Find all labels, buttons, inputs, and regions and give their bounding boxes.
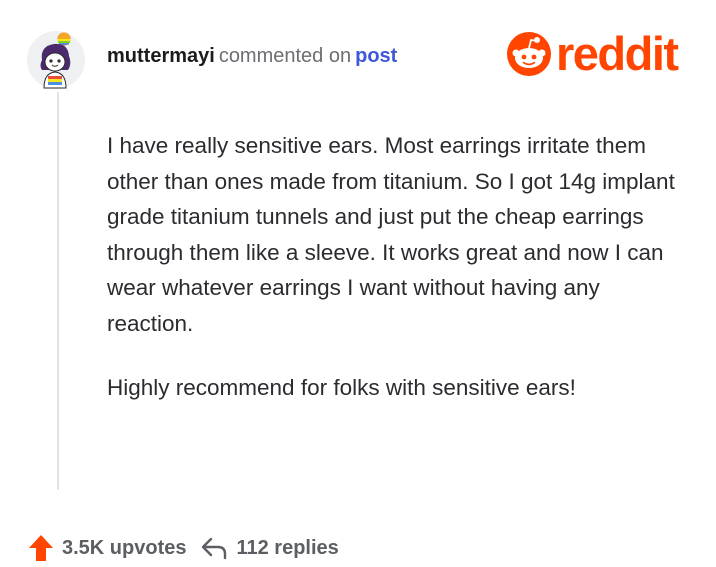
post-link[interactable]: post (355, 45, 397, 67)
username-link[interactable]: muttermayi (107, 45, 215, 67)
upvote-count: 3.5K upvotes (62, 536, 187, 559)
avatar-image (27, 31, 85, 89)
user-avatar[interactable] (26, 30, 86, 90)
reddit-logo: reddit (506, 27, 679, 80)
comment-footer: 3.5K upvotes 112 replies (28, 534, 339, 562)
comment-body: I have really sensitive ears. Most earri… (107, 128, 687, 435)
reply-count: 112 replies (236, 536, 339, 559)
comment-card: muttermayi commented on post reddit I have… (0, 0, 716, 567)
reddit-wordmark: reddit (556, 27, 679, 80)
reddit-snoo-icon (507, 32, 551, 76)
replies-button[interactable]: 112 replies (186, 536, 339, 560)
comment-header: muttermayi commented on post (107, 43, 397, 69)
comment-paragraph: Highly recommend for folks with sensitiv… (107, 375, 576, 400)
action-text: commented on (218, 45, 352, 67)
thread-line[interactable] (57, 92, 59, 490)
reply-arrow-icon (202, 537, 227, 560)
upvote-button[interactable]: 3.5K upvotes (28, 534, 186, 562)
upvote-arrow-icon (29, 535, 53, 561)
comment-paragraph: I have really sensitive ears. Most earri… (107, 133, 675, 336)
